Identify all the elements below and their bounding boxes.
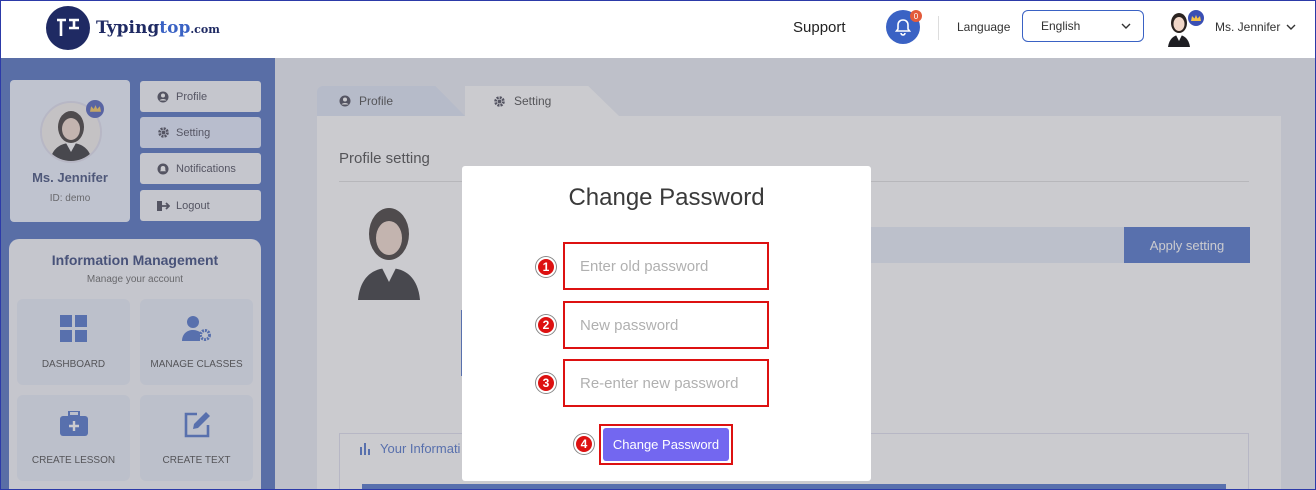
top-header: Typingtop.com Support 0 Language English…: [0, 0, 1316, 58]
new-password-input[interactable]: [567, 305, 765, 345]
user-name: Ms. Jennifer: [1215, 20, 1281, 34]
step-marker-3: 3: [536, 373, 556, 393]
confirm-password-input[interactable]: [567, 363, 765, 403]
logo-icon: [46, 6, 90, 50]
crown-badge-icon: [1188, 10, 1204, 26]
header-divider: [938, 16, 939, 40]
logo-text: Typingtop.com: [96, 18, 220, 38]
language-value: English: [1041, 19, 1081, 33]
language-select[interactable]: English: [1022, 10, 1144, 42]
step-marker-1: 1: [536, 257, 556, 277]
site-logo[interactable]: Typingtop.com: [46, 6, 220, 50]
user-menu[interactable]: Ms. Jennifer: [1215, 20, 1296, 34]
bell-icon: [895, 19, 911, 36]
language-label: Language: [957, 20, 1011, 34]
new-password-field-highlight: [563, 301, 769, 349]
chevron-down-icon: [1286, 24, 1296, 30]
step-marker-4: 4: [574, 434, 594, 454]
support-link[interactable]: Support: [793, 19, 846, 36]
old-password-field-highlight: [563, 242, 769, 290]
step-marker-2: 2: [536, 315, 556, 335]
change-password-button[interactable]: Change Password: [603, 428, 729, 461]
confirm-password-field-highlight: [563, 359, 769, 407]
notification-badge: 0: [910, 10, 922, 22]
modal-title: Change Password: [568, 184, 765, 211]
old-password-input[interactable]: [567, 246, 765, 286]
chevron-down-icon: [1121, 23, 1131, 29]
